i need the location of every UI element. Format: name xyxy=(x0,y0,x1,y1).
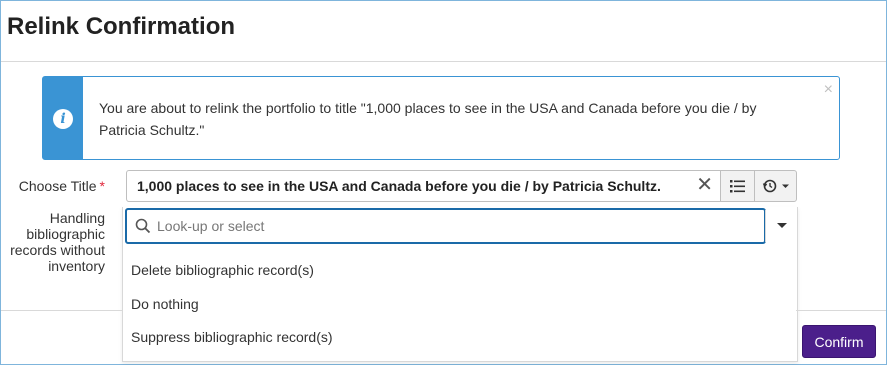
option-do-nothing[interactable]: Do nothing xyxy=(131,296,199,312)
list-view-button[interactable] xyxy=(720,170,756,202)
info-message-text: You are about to relink the portfolio to… xyxy=(99,100,757,138)
list-icon xyxy=(730,180,745,193)
chevron-down-icon xyxy=(777,223,787,228)
dialog-title: Relink Confirmation xyxy=(7,13,236,40)
lookup-toggle[interactable] xyxy=(765,210,796,242)
info-message-box: i You are about to relink the portfolio … xyxy=(42,76,840,160)
info-stripe: i xyxy=(43,77,83,159)
required-marker: * xyxy=(99,178,105,194)
confirm-button[interactable]: Confirm xyxy=(802,325,876,358)
info-icon: i xyxy=(53,109,73,129)
close-icon[interactable]: × xyxy=(824,81,833,99)
lookup-field[interactable] xyxy=(125,208,766,244)
clear-icon[interactable]: ✕ xyxy=(696,175,713,195)
choose-title-text: Choose Title xyxy=(18,178,97,194)
choose-title-label: Choose Title * xyxy=(19,178,105,194)
footer-divider xyxy=(1,310,122,311)
history-dropdown-button[interactable] xyxy=(754,170,797,202)
option-suppress-bib[interactable]: Suppress bibliographic record(s) xyxy=(131,329,333,345)
search-icon xyxy=(135,218,151,234)
relink-dialog: Relink Confirmation i You are about to r… xyxy=(0,0,887,365)
footer-divider-right xyxy=(796,310,886,311)
title-field[interactable]: 1,000 places to see in the USA and Canad… xyxy=(126,170,722,202)
lookup-input[interactable] xyxy=(155,213,759,239)
dialog-header: Relink Confirmation xyxy=(1,1,886,62)
option-delete-bib[interactable]: Delete bibliographic record(s) xyxy=(131,262,314,278)
handling-label: Handling bibliographic records without i… xyxy=(10,210,105,274)
title-value: 1,000 places to see in the USA and Canad… xyxy=(137,178,661,194)
history-icon xyxy=(762,179,789,193)
